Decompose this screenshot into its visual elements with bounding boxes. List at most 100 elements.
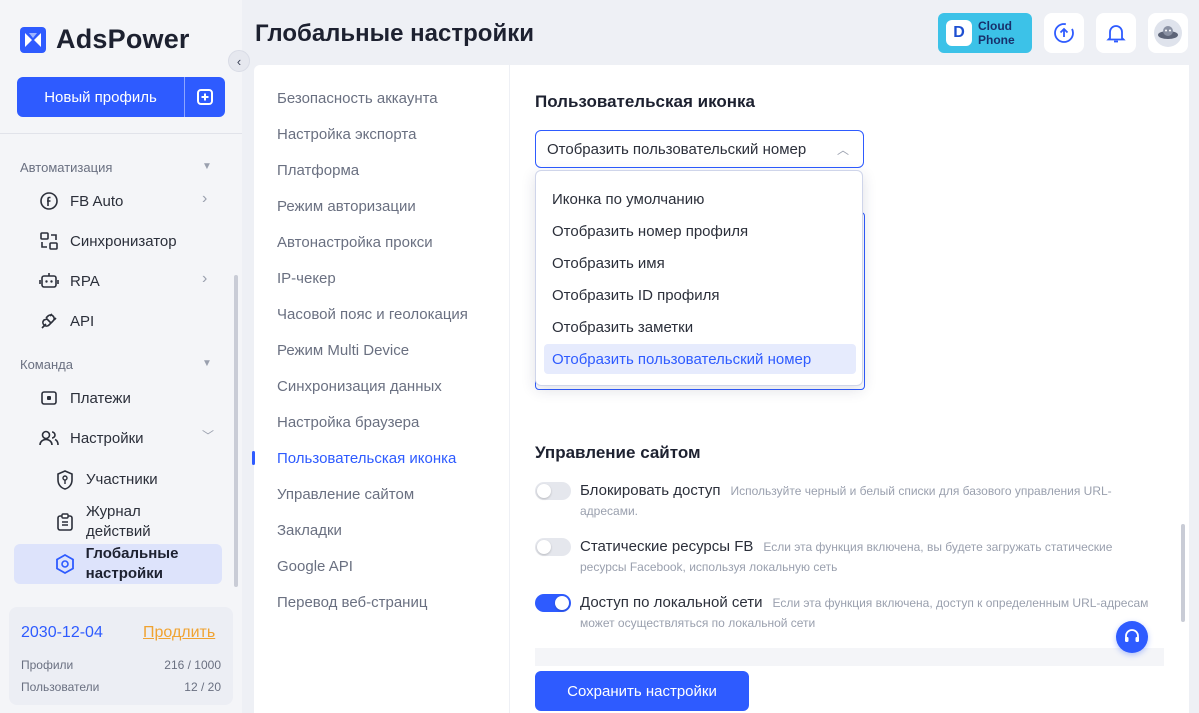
robot-icon	[38, 270, 60, 292]
update-button[interactable]	[1044, 13, 1084, 53]
sidebar-item-rpa[interactable]: RPA	[38, 270, 100, 292]
sidebar: AdsPower Новый профиль Автоматизация ▼ F…	[0, 0, 242, 713]
cloud-phone-button[interactable]: D Cloud Phone	[938, 13, 1032, 53]
dropdown-option[interactable]: Отобразить номер профиля	[544, 216, 856, 246]
collapse-sidebar-button[interactable]: ‹	[228, 50, 250, 72]
next-setting-block	[535, 648, 1164, 666]
sidebar-subitem-action-log[interactable]: Журнал действий	[54, 502, 174, 542]
content-scrollbar[interactable]	[1181, 524, 1185, 622]
cloud-phone-label: Cloud Phone	[978, 19, 1015, 47]
chevron-right-icon: ›	[202, 270, 208, 287]
block-access-toggle[interactable]	[535, 482, 571, 500]
settings-menu-item[interactable]: Настройка экспорта	[277, 126, 416, 143]
app-logo[interactable]: AdsPower	[20, 24, 190, 55]
custom-icon-select-value: Отобразить пользовательский номер	[547, 140, 807, 158]
setting-fb-static-resources: Статические ресурсы FB Если эта функция в…	[535, 537, 1155, 577]
setting-text: Доступ по локальной сети Если эта функция…	[580, 593, 1155, 633]
sidebar-item-label: API	[70, 312, 95, 330]
dropdown-option[interactable]: Иконка по умолчанию	[544, 184, 856, 214]
toggle-knob	[537, 484, 551, 498]
sidebar-item-label: Глобальные настройки	[85, 545, 179, 582]
clipboard-icon	[54, 511, 76, 533]
custom-icon-section-title: Пользовательская иконка	[535, 92, 755, 111]
sidebar-item-payments[interactable]: Платежи	[38, 387, 131, 409]
sidebar-item-settings[interactable]: Настройки	[38, 427, 144, 449]
chevron-down-icon[interactable]: ﹀	[202, 427, 214, 444]
user-avatar-button[interactable]	[1148, 13, 1188, 53]
shield-key-icon	[54, 469, 76, 491]
settings-menu-item[interactable]: Перевод веб-страниц	[277, 594, 427, 611]
settings-menu-item[interactable]: Синхронизация данных	[277, 378, 442, 395]
sidebar-item-label: Журнал действий	[86, 503, 151, 540]
toggle-knob	[537, 540, 551, 554]
sidebar-item-label: Платежи	[70, 389, 131, 407]
avatar	[1154, 19, 1182, 47]
chevron-down-icon[interactable]: ▼	[202, 358, 212, 369]
settings-menu-item[interactable]: Режим Multi Device	[277, 342, 409, 359]
setting-block-access: Блокировать доступ Используйте черный и б…	[535, 481, 1155, 521]
sidebar-divider	[0, 133, 242, 134]
sync-windows-icon	[38, 230, 60, 252]
fb-static-resources-toggle[interactable]	[535, 538, 571, 556]
sidebar-item-label: Участники	[86, 471, 158, 488]
settings-menu-item[interactable]: IP-чекер	[277, 270, 336, 287]
sidebar-subitem-members[interactable]: Участники	[54, 469, 158, 491]
dropdown-option[interactable]: Отобразить ID профиля	[544, 280, 856, 310]
page-title: Глобальные настройки	[255, 20, 534, 47]
hexagon-settings-icon	[54, 553, 76, 575]
app-name: AdsPower	[56, 24, 190, 54]
save-settings-button[interactable]: Сохранить настройки	[535, 671, 749, 711]
chevron-right-icon: ›	[202, 190, 208, 207]
new-profile-button-group: Новый профиль	[17, 77, 225, 117]
chevron-left-icon: ‹	[236, 53, 242, 69]
sidebar-item-label: FB Auto	[70, 192, 124, 210]
add-icon	[197, 89, 213, 105]
users-icon	[38, 427, 60, 449]
custom-icon-dropdown: Иконка по умолчанию Отобразить номер про…	[535, 170, 863, 386]
sidebar-item-fb-auto[interactable]: FB Auto	[38, 190, 123, 212]
subscription-card: 2030-12-04 Продлить Профили 216 / 1000 П…	[9, 607, 233, 705]
users-value: 12 / 20	[184, 680, 221, 694]
sidebar-item-synchronizer[interactable]: Синхронизатор	[38, 230, 177, 252]
setting-label: Блокировать доступ	[580, 482, 721, 499]
users-usage: Пользователи 12 / 20	[21, 680, 221, 694]
lan-access-toggle[interactable]	[535, 594, 571, 612]
settings-menu-item-active[interactable]: Пользовательская иконка	[277, 450, 456, 467]
dropdown-option-selected[interactable]: Отобразить пользовательский номер	[544, 344, 856, 374]
settings-menu-item[interactable]: Управление сайтом	[277, 486, 414, 503]
custom-icon-select[interactable]: Отобразить пользовательский номер ︿	[535, 130, 864, 168]
chevron-up-icon: ︿	[836, 143, 849, 157]
setting-text: Блокировать доступ Используйте черный и б…	[580, 481, 1155, 521]
setting-label: Статические ресурсы FB	[580, 538, 754, 555]
settings-menu-item[interactable]: Часовой пояс и геолокация	[277, 306, 468, 323]
extend-link[interactable]: Продлить	[143, 624, 215, 642]
new-profile-button[interactable]: Новый профиль	[17, 77, 185, 117]
dropdown-option[interactable]: Отобразить имя	[544, 248, 856, 278]
settings-menu-item[interactable]: Настройка браузера	[277, 414, 419, 431]
active-menu-indicator	[252, 451, 255, 465]
cloud-phone-icon: D	[946, 20, 972, 46]
dropdown-option[interactable]: Отобразить заметки	[544, 312, 856, 342]
site-management-section-title: Управление сайтом	[535, 443, 701, 462]
headset-icon	[1125, 629, 1139, 642]
settings-menu-item[interactable]: Платформа	[277, 162, 359, 179]
section-team-label: Команда	[20, 357, 73, 372]
sidebar-item-api[interactable]: API	[38, 310, 94, 332]
settings-menu-item[interactable]: Автонастройка прокси	[277, 234, 433, 251]
support-chat-button[interactable]	[1116, 621, 1148, 653]
settings-menu-item[interactable]: Безопасность аккаунта	[277, 90, 438, 107]
sidebar-item-label: Настройки	[70, 429, 144, 447]
chevron-down-icon[interactable]: ▼	[202, 161, 212, 172]
settings-menu-item[interactable]: Режим авторизации	[277, 198, 416, 215]
profiles-label: Профили	[21, 658, 74, 672]
settings-menu-item[interactable]: Закладки	[277, 522, 342, 539]
setting-label: Доступ по локальной сети	[580, 594, 763, 611]
notifications-button[interactable]	[1096, 13, 1136, 53]
sidebar-subitem-global-settings[interactable]: Глобальные настройки	[54, 544, 184, 584]
bell-icon	[1106, 25, 1126, 43]
settings-menu-item[interactable]: Google API	[277, 558, 353, 575]
profiles-value: 216 / 1000	[164, 658, 221, 672]
adspower-logo-icon	[20, 26, 46, 53]
batch-add-button[interactable]	[185, 77, 225, 117]
sidebar-scrollbar[interactable]	[234, 275, 238, 587]
